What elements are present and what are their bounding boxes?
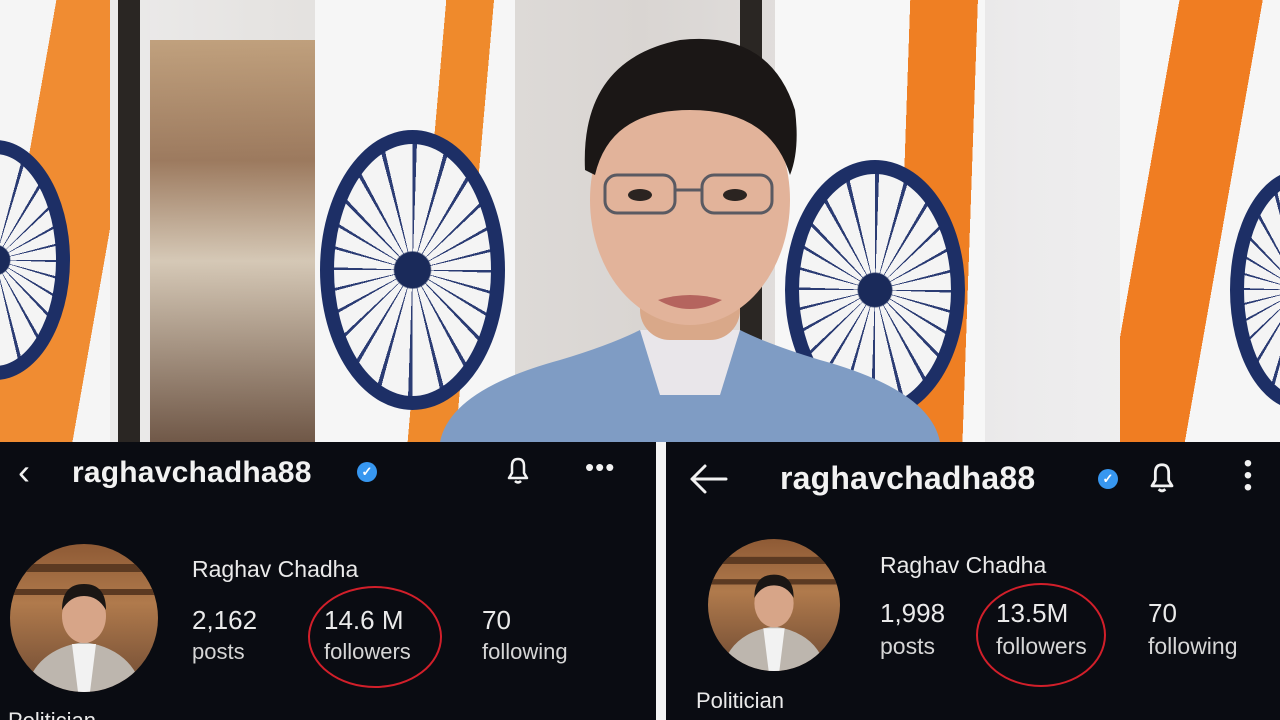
flag-left — [0, 0, 110, 442]
avatar[interactable] — [10, 544, 158, 692]
flag-pole — [118, 0, 140, 442]
followers-label[interactable]: followers — [996, 633, 1087, 660]
posts-count: 2,162 — [192, 605, 258, 635]
speaker-photo — [440, 38, 940, 442]
display-name: Raghav Chadha — [192, 556, 359, 582]
bell-icon[interactable] — [1142, 457, 1182, 497]
profile-category: Politician — [696, 688, 785, 713]
background-photo — [0, 0, 1280, 442]
profile-username: raghavchadha88 — [780, 460, 1036, 496]
verified-badge-icon: ✓ — [357, 462, 377, 482]
following-label[interactable]: following — [482, 639, 568, 665]
chevron-left-icon[interactable]: ‹ — [18, 454, 30, 490]
highlight-circle — [308, 586, 442, 688]
display-name: Raghav Chadha — [880, 552, 1047, 578]
more-vertical-icon[interactable]: • • • — [1242, 452, 1254, 500]
posts-label: posts — [880, 633, 935, 659]
profile-panel-after: raghavchadha88 ✓ • • • Raghav Chadha 1,998… — [666, 442, 1280, 720]
following-label[interactable]: following — [1148, 633, 1238, 660]
profile-panel-before: ‹ raghavchadha88 ✓ ••• Raghav Chadha 2,1… — [0, 442, 656, 720]
posts-count: 1,998 — [880, 598, 946, 628]
verified-badge-icon: ✓ — [1098, 469, 1118, 489]
followers-count[interactable]: 13.5M — [996, 598, 1068, 629]
panel-divider — [656, 442, 666, 720]
profile-username: raghavchadha88 — [72, 456, 312, 489]
more-horizontal-icon[interactable]: ••• — [585, 452, 615, 483]
following-count[interactable]: 70 — [1148, 598, 1177, 629]
posts-label: posts — [192, 639, 245, 664]
bell-icon[interactable] — [500, 452, 536, 488]
arrow-left-icon[interactable] — [688, 462, 730, 496]
profile-category: Politician — [8, 708, 96, 720]
flag-right — [1120, 0, 1280, 442]
followers-label[interactable]: followers — [324, 639, 411, 665]
following-count[interactable]: 70 — [482, 605, 511, 636]
avatar[interactable] — [708, 539, 840, 671]
background-room — [150, 40, 340, 442]
followers-count[interactable]: 14.6 M — [324, 605, 404, 636]
